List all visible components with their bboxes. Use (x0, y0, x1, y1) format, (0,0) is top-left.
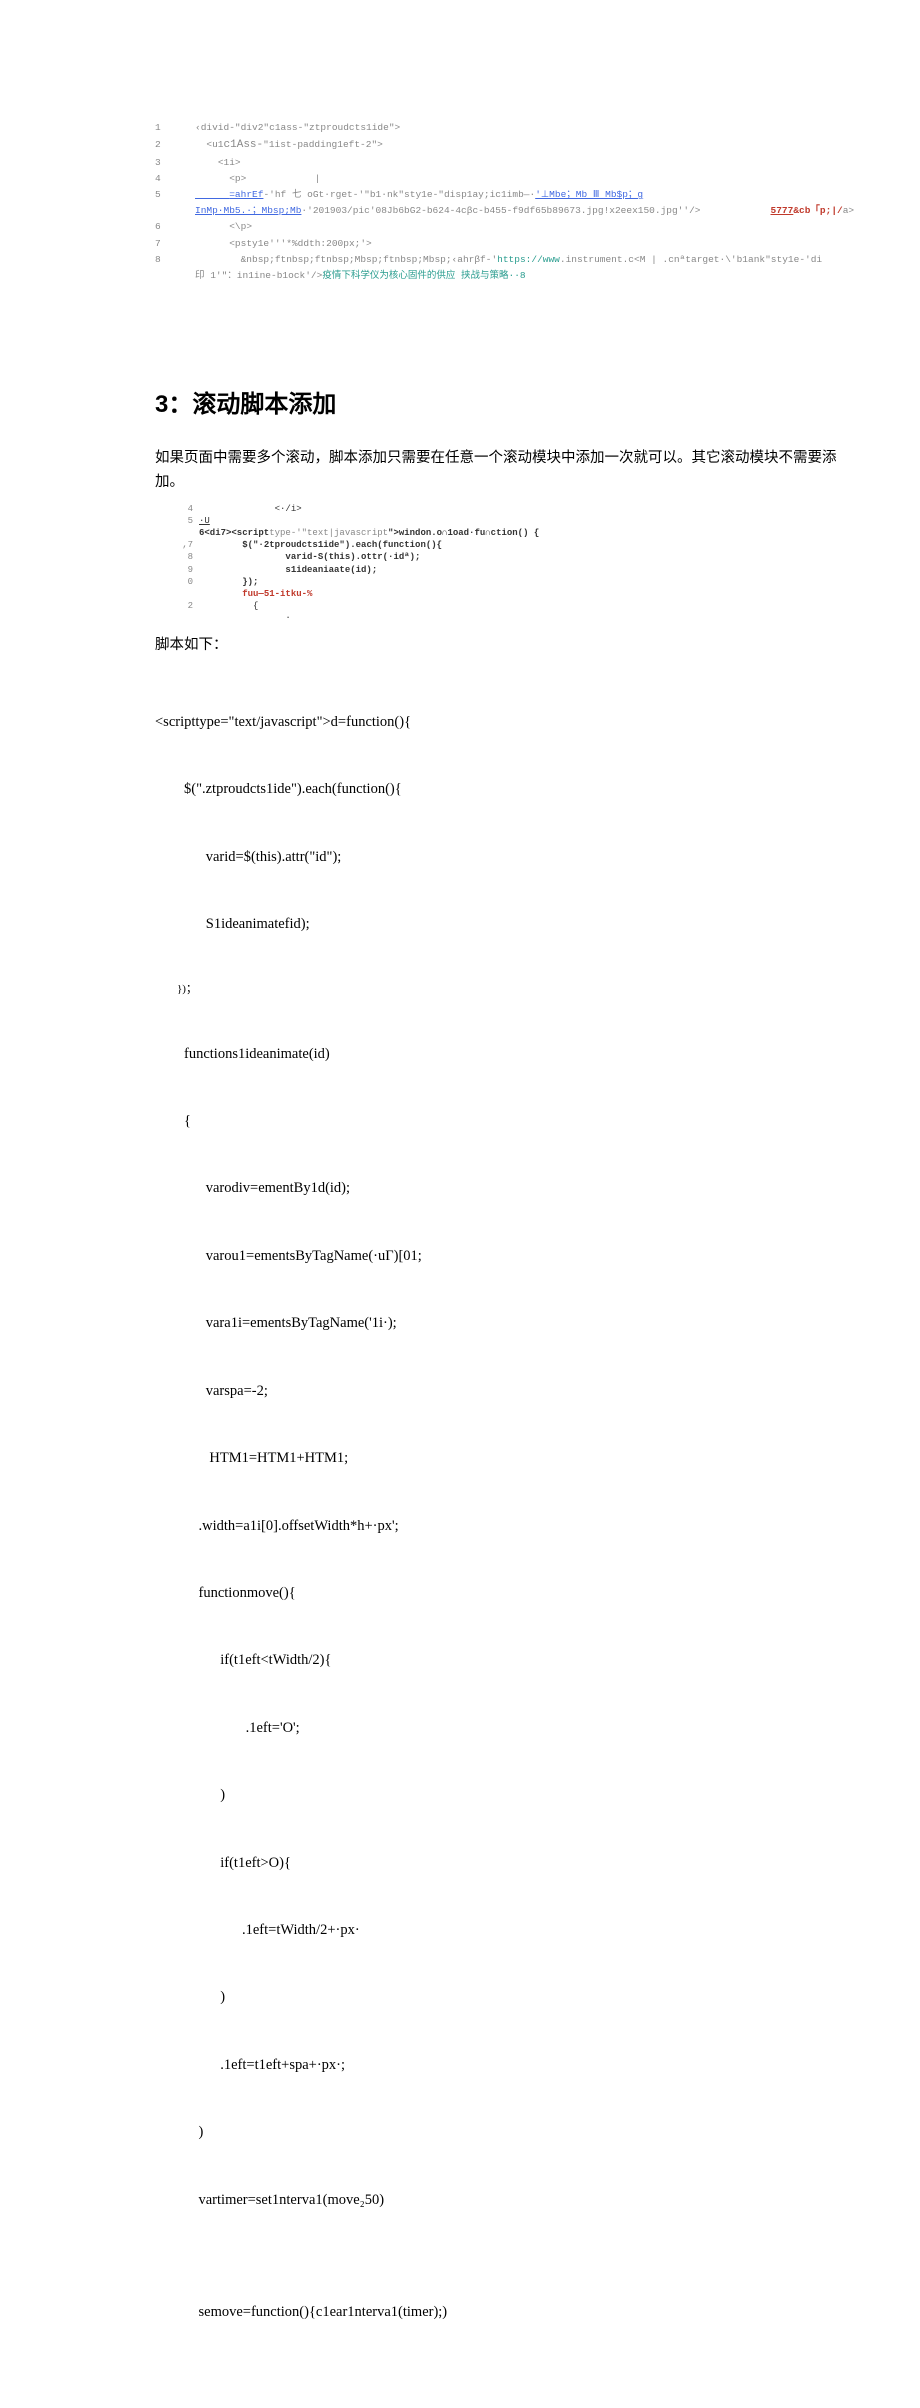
code-block-2: 4 <·/i> 5·U 6<di7><scripttype-'"text|jav… (175, 503, 860, 624)
code-content: <p> | (195, 171, 860, 187)
script-line: .1eft=tWidth/2+·px· (155, 1919, 860, 1941)
script-line: $(".ztproudcts1ide").each(function(){ (155, 778, 860, 800)
code-line: 4 <·/i> (175, 503, 860, 515)
code-line: 8 &nbsp;ftnbsp;ftnbsp;Mbsp;ftnbsp;Mbsp;‹… (155, 252, 860, 268)
line-number: 1 (155, 120, 195, 136)
code-line: 6<di7><scripttype-'"text|javascript">win… (175, 527, 860, 539)
code-line: 9 s1ideaniaate(id); (175, 564, 860, 576)
script-header: 脚本如下： (155, 634, 860, 658)
code-line: 2 <u1c1Ass-"1ist-padding1eft-2"> (155, 136, 860, 155)
code-content: &nbsp;ftnbsp;ftnbsp;Mbsp;ftnbsp;Mbsp;‹ah… (195, 252, 860, 268)
code-content: =ahrEf-'hf 七 oGt·rget-'"b1·nk"sty1e-"dis… (195, 187, 860, 203)
line-number: 4 (155, 171, 195, 187)
script-line: { (155, 1110, 860, 1132)
code-line: 1 ‹divid-"div2"c1ass-"ztproudcts1ide"> (155, 120, 860, 136)
script-line: varou1=ementsByTagName(·uΓ)[01; (155, 1245, 860, 1267)
script-line: if(t1eft>O){ (155, 1852, 860, 1874)
script-line: semove=function(){c1ear1nterva1(timer);) (155, 2301, 860, 2323)
line-number: 5 (175, 515, 199, 527)
line-number: 5 (155, 187, 195, 203)
line-number: 8 (175, 551, 199, 563)
code-block-1: 1 ‹divid-"div2"c1ass-"ztproudcts1ide"> 2… (155, 120, 860, 284)
code-content: <1i> (195, 155, 860, 171)
paragraph: 如果页面中需要多个滚动，脚本添加只需要在任意一个滚动模块中添加一次就可以。其它滚… (155, 447, 860, 495)
code-line: 3 <1i> (155, 155, 860, 171)
script-line: S1ideanimatefid); (155, 913, 860, 935)
line-number: 8 (155, 252, 195, 268)
code-line: 0 }); (175, 576, 860, 588)
code-line: 2 { (175, 600, 860, 612)
code-content: <\p> (195, 219, 860, 235)
code-line: 8 varid-S(this).ottr(·idª); (175, 551, 860, 563)
line-number: 3 (155, 155, 195, 171)
code-line: ,7 $("·2tproudcts1ide").each(function(){ (175, 539, 860, 551)
code-line: 6 <\p> (155, 219, 860, 235)
code-content: InMp·Mb5.·；Mbsp;Mb·'201903/pic'08Jb6bG2-… (195, 203, 860, 219)
script-line: varodiv=ementBy1d(id); (155, 1177, 860, 1199)
code-line: 5·U (175, 515, 860, 527)
line-number: ,7 (175, 539, 199, 551)
code-content: 印 1'"：in1ine-b1ock'/>疫情下科学仪为核心固件的供应 挟战与策… (195, 268, 860, 284)
script-line: functionmove(){ (155, 1582, 860, 1604)
line-number: 2 (175, 600, 199, 612)
line-number: 4 (175, 503, 199, 515)
script-line: ) (155, 1784, 860, 1806)
line-number: 7 (155, 236, 195, 252)
code-line: 5 =ahrEf-'hf 七 oGt·rget-'"b1·nk"sty1e-"d… (155, 187, 860, 203)
script-line: vartimer=set1nterva1(move₂50) (155, 2189, 860, 2211)
script-line: .width=a1i[0].offsetWidth*h+·px'; (155, 1515, 860, 1537)
code-line: InMp·Mb5.·；Mbsp;Mb·'201903/pic'08Jb6bG2-… (155, 203, 860, 219)
document-page: 1 ‹divid-"div2"c1ass-"ztproudcts1ide"> 2… (0, 0, 920, 2408)
code-line: 7 <psty1e'''*%ddth:200px;'> (155, 236, 860, 252)
script-line: if(t1eft<tWidth/2){ (155, 1649, 860, 1671)
script-line: .1eft='O'; (155, 1717, 860, 1739)
script-listing: <scripttype="text/javascript">d=function… (155, 666, 860, 2368)
script-line: functions1ideanimate(id) (155, 1043, 860, 1065)
script-line: })； (155, 981, 860, 998)
code-line: · (175, 612, 860, 624)
code-line: 印 1'"：in1ine-b1ock'/>疫情下科学仪为核心固件的供应 挟战与策… (155, 268, 860, 284)
code-line: 4 <p> | (155, 171, 860, 187)
script-line: HTM1=HTM1+HTM1; (155, 1447, 860, 1469)
line-number: 9 (175, 564, 199, 576)
script-line: varspa=-2; (155, 1380, 860, 1402)
line-number: 0 (175, 576, 199, 588)
script-line: .1eft=t1eft+spa+·px·; (155, 2054, 860, 2076)
code-content: ‹divid-"div2"c1ass-"ztproudcts1ide"> (195, 120, 860, 136)
code-content: <u1c1Ass-"1ist-padding1eft-2"> (195, 136, 860, 155)
script-line: vara1i=ementsByTagName('1i·); (155, 1312, 860, 1334)
code-content: <psty1e'''*%ddth:200px;'> (195, 236, 860, 252)
code-line: fuu—51-itku-% (175, 588, 860, 600)
script-line: <scripttype="text/javascript">d=function… (155, 711, 860, 733)
line-number: 6 (155, 219, 195, 235)
script-line: ) (155, 1986, 860, 2008)
script-line: varid=$(this).attr("id"); (155, 846, 860, 868)
line-number: 2 (155, 137, 195, 153)
script-line: ) (155, 2121, 860, 2143)
section-heading: 3：滚动脚本添加 (155, 384, 860, 419)
